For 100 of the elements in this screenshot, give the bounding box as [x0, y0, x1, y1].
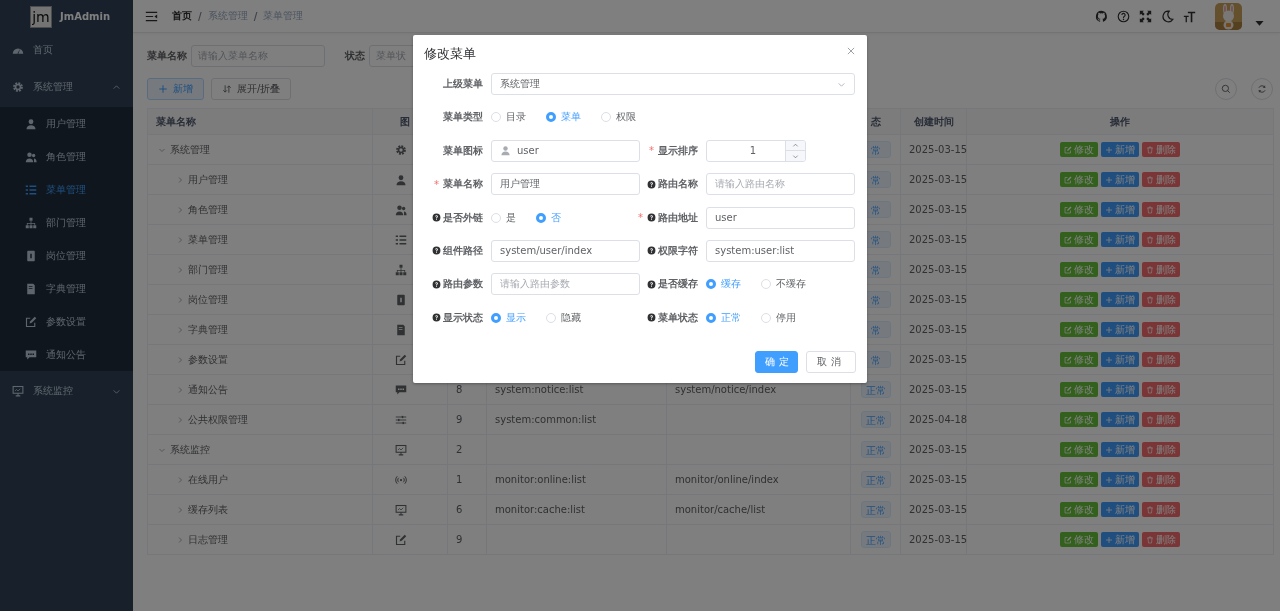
help-icon[interactable] — [432, 213, 441, 223]
edit-button[interactable]: 修改 — [1060, 442, 1098, 457]
breadcrumb-link[interactable]: 首页 — [172, 9, 192, 23]
breadcrumb-separator: / — [198, 10, 202, 22]
cat-icon[interactable] — [1095, 9, 1108, 23]
add-button[interactable]: 新增 — [1101, 322, 1139, 337]
help-icon[interactable] — [647, 313, 656, 323]
menu-icon[interactable] — [145, 9, 158, 23]
plus-icon — [1105, 385, 1113, 394]
trash-icon — [1146, 415, 1154, 424]
add-button[interactable]: 新增 — [1101, 352, 1139, 367]
edit-button[interactable]: 修改 — [1060, 172, 1098, 187]
text-field[interactable]: user — [706, 206, 855, 229]
edit-button[interactable]: 修改 — [1060, 382, 1098, 397]
sidebar-item[interactable]: 角色管理 — [0, 140, 133, 173]
help-icon[interactable] — [432, 279, 441, 289]
radio-option[interactable]: 显示 — [491, 310, 526, 325]
confirm-button[interactable]: 确定 — [755, 350, 798, 373]
help-icon[interactable] — [647, 213, 656, 223]
edit-button[interactable]: 修改 — [1060, 502, 1098, 517]
add-button[interactable]: 新增 — [1101, 142, 1139, 157]
add-button[interactable]: 新增 — [1101, 442, 1139, 457]
trash-icon — [1146, 385, 1154, 394]
chevron-up-icon[interactable] — [112, 82, 121, 92]
field-label: 是否外链 — [443, 210, 483, 225]
text-field[interactable]: system/user/index — [491, 239, 640, 262]
plus-icon — [1105, 475, 1113, 484]
icon-field[interactable]: user — [491, 139, 640, 162]
edit-button[interactable]: 修改 — [1060, 352, 1098, 367]
fullscreen-icon[interactable] — [1139, 9, 1152, 23]
add-button[interactable]: 新增 — [1101, 292, 1139, 307]
field-label: 菜单状态 — [658, 310, 698, 325]
radio-option[interactable]: 目录 — [491, 110, 526, 125]
add-button[interactable]: 新增 — [1101, 202, 1139, 217]
badge-icon — [25, 249, 37, 262]
edit-button[interactable]: 修改 — [1060, 322, 1098, 337]
edit-button[interactable]: 修改 — [1060, 292, 1098, 307]
help-icon[interactable] — [647, 246, 656, 256]
help-icon[interactable] — [432, 313, 441, 323]
edit-button[interactable]: 修改 — [1060, 262, 1098, 277]
edit-button[interactable]: 修改 — [1060, 232, 1098, 247]
close-icon[interactable] — [846, 46, 856, 56]
add-button[interactable]: 新增 — [1101, 472, 1139, 487]
sidebar-item[interactable]: 岗位管理 — [0, 239, 133, 272]
sidebar-item[interactable]: 通知公告 — [0, 338, 133, 371]
radio-option[interactable]: 停用 — [761, 310, 796, 325]
edit-button[interactable]: 修改 — [1060, 532, 1098, 547]
refresh-button[interactable] — [1251, 78, 1273, 100]
text-field[interactable]: 用户管理 — [491, 173, 640, 196]
text-field[interactable]: 请输入路由参数 — [491, 273, 640, 296]
add-button[interactable]: 新增 — [1101, 172, 1139, 187]
radio-option[interactable]: 权限 — [601, 110, 636, 125]
table-cell: 2025-03-15 — [900, 164, 967, 195]
plus-icon — [1105, 145, 1113, 154]
sidebar-item[interactable]: 部门管理 — [0, 206, 133, 239]
menu-name: 缓存列表 — [188, 502, 228, 517]
add-button[interactable]: 新增 — [147, 78, 204, 100]
edit-button[interactable]: 修改 — [1060, 412, 1098, 427]
sidebar-item[interactable]: 用户管理 — [0, 107, 133, 140]
radio-option[interactable]: 是 — [491, 210, 516, 225]
edit-button[interactable]: 修改 — [1060, 472, 1098, 487]
add-button[interactable]: 新增 — [1101, 502, 1139, 517]
help-icon[interactable] — [647, 179, 656, 189]
trash-icon — [1146, 475, 1154, 484]
number-field[interactable]: 1 — [706, 139, 806, 162]
text-field[interactable]: system:user:list — [706, 239, 855, 262]
edit-button[interactable]: 修改 — [1060, 142, 1098, 157]
users-icon — [25, 150, 37, 163]
menu-name: 公共权限管理 — [188, 412, 248, 427]
cancel-button[interactable]: 取消 — [806, 350, 856, 373]
radio-option[interactable]: 否 — [536, 210, 561, 225]
radio-option[interactable]: 隐藏 — [546, 310, 581, 325]
add-button[interactable]: 新增 — [1101, 532, 1139, 547]
help-icon[interactable] — [432, 246, 441, 256]
plus-icon — [1105, 325, 1113, 334]
add-button[interactable]: 新增 — [1101, 262, 1139, 277]
table-cell: 2025-03-15 — [900, 284, 967, 315]
text-field[interactable]: 请输入路由名称 — [706, 173, 855, 196]
select-field[interactable]: 系统管理 — [491, 73, 855, 95]
sidebar-item[interactable]: 菜单管理 — [0, 173, 133, 206]
radio-option[interactable]: 不缓存 — [761, 277, 806, 292]
radio-option[interactable]: 正常 — [706, 310, 741, 325]
radio-option[interactable]: 缓存 — [706, 277, 741, 292]
search-button[interactable] — [1215, 78, 1237, 100]
text-size-icon[interactable] — [1183, 9, 1196, 23]
radio-option[interactable]: 菜单 — [546, 110, 581, 125]
edit-button[interactable]: 修改 — [1060, 202, 1098, 217]
increment-button[interactable] — [786, 140, 805, 151]
moon-icon[interactable] — [1161, 9, 1174, 23]
monitor-icon — [12, 385, 24, 397]
menu-name: 岗位管理 — [188, 292, 228, 307]
decrement-button[interactable] — [786, 150, 805, 161]
add-button[interactable]: 新增 — [1101, 412, 1139, 427]
help-icon[interactable] — [647, 279, 656, 289]
sidebar-item[interactable]: 首页 — [0, 33, 133, 67]
trash-icon — [1146, 235, 1154, 244]
add-button[interactable]: 新增 — [1101, 232, 1139, 247]
required-mark: * — [638, 212, 643, 224]
add-button[interactable]: 新增 — [1101, 382, 1139, 397]
expand-collapse-button[interactable]: 展开/折叠 — [211, 78, 292, 100]
